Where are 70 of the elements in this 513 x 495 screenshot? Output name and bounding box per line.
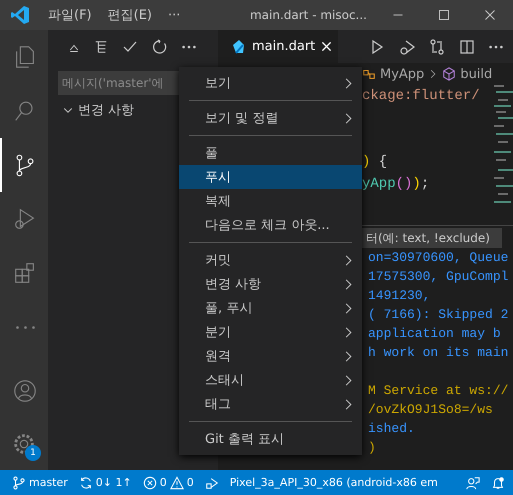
- menu-item[interactable]: 푸시: [179, 165, 362, 189]
- menu-item[interactable]: 풀, 푸시: [179, 296, 362, 320]
- more-icon: [182, 44, 196, 48]
- error-count[interactable]: 0: [160, 476, 167, 489]
- output-line: on=30970600, Queue: [368, 250, 508, 265]
- code-token: ;: [420, 176, 430, 192]
- output-line: /ovZkO9J1So8=/ws: [368, 402, 493, 417]
- menu-item[interactable]: ···: [160, 8, 188, 22]
- window-title: main.dart - misoc...: [250, 8, 367, 22]
- close-icon: [321, 41, 332, 52]
- branch-name[interactable]: master: [29, 476, 68, 489]
- feedback-icon: [466, 476, 480, 490]
- menu-item[interactable]: 분기: [179, 320, 362, 344]
- device-name[interactable]: Pixel_3a_API_30_x86 (android-x86 em: [230, 476, 438, 489]
- output-line: ished.: [368, 421, 415, 436]
- warning-icon: [170, 476, 184, 490]
- commit-message-field[interactable]: 메시지('master'에: [58, 71, 179, 95]
- output-line: ): [368, 440, 376, 455]
- filter-field[interactable]: 터(예: text, !exclude): [362, 228, 502, 248]
- class-icon: [362, 67, 376, 81]
- output-line: ( 7166): Skipped 2: [368, 307, 508, 322]
- menu-item[interactable]: Git 출력 표시: [179, 427, 362, 451]
- output-line: 1491230,: [368, 288, 430, 303]
- output-line: application may b: [368, 326, 501, 341]
- sync-status[interactable]: 0↓ 1↑: [96, 476, 132, 489]
- sync-icon: [78, 476, 93, 490]
- maximize-icon: [438, 9, 450, 21]
- code-token: ): [362, 154, 370, 170]
- notification-badge: 1: [25, 445, 41, 461]
- breadcrumb-item[interactable]: build: [460, 66, 492, 82]
- code-token: yApp: [362, 176, 396, 192]
- output-line: h work on its main: [368, 345, 508, 360]
- code-token: ): [412, 176, 421, 192]
- code-token: (): [396, 176, 412, 192]
- menu-item[interactable]: 커밋: [179, 248, 362, 272]
- menu-item[interactable]: 태그: [179, 392, 362, 416]
- dart-icon: [230, 38, 246, 54]
- code-token: ckage:flutter/: [362, 88, 480, 104]
- debug-run-icon: [399, 38, 415, 54]
- menu-item[interactable]: 편집(E): [100, 6, 160, 24]
- menu-item[interactable]: 보기: [179, 71, 362, 95]
- split-editor-icon: [459, 38, 475, 54]
- more-icon: [16, 326, 34, 328]
- account-icon: [12, 378, 38, 404]
- section-header[interactable]: 변경 사항: [78, 101, 134, 119]
- menu-item[interactable]: 보기 및 정렬: [179, 106, 362, 130]
- code-token: {: [378, 154, 388, 170]
- error-icon: [142, 476, 157, 490]
- more-icon: [489, 44, 503, 48]
- menu-item[interactable]: 스태시: [179, 368, 362, 392]
- close-icon: [484, 9, 496, 21]
- device-icon: [204, 476, 219, 490]
- menu-item[interactable]: 복제: [179, 189, 362, 213]
- list-icon: [94, 40, 108, 54]
- menu-item[interactable]: 원격: [179, 344, 362, 368]
- output-line: 17575300, GpuCompl: [368, 269, 508, 284]
- menu-item[interactable]: 풀: [179, 141, 362, 165]
- breadcrumb-item[interactable]: MyApp: [380, 66, 424, 82]
- menu-item[interactable]: 다음으로 체크 아웃...: [179, 213, 362, 237]
- output-line: M Service at ws://: [368, 383, 508, 398]
- branch-icon: [12, 476, 26, 490]
- menu-item[interactable]: 파일(F): [40, 6, 100, 24]
- method-icon: [442, 67, 456, 81]
- menu-item[interactable]: 변경 사항: [179, 272, 362, 296]
- warning-count[interactable]: 0: [186, 476, 194, 489]
- editor-tab[interactable]: main.dart: [218, 30, 338, 63]
- vscode-logo-icon: [10, 5, 30, 25]
- bell-icon: [491, 476, 505, 490]
- refresh-icon: [152, 38, 168, 54]
- compare-changes-icon: [429, 38, 445, 54]
